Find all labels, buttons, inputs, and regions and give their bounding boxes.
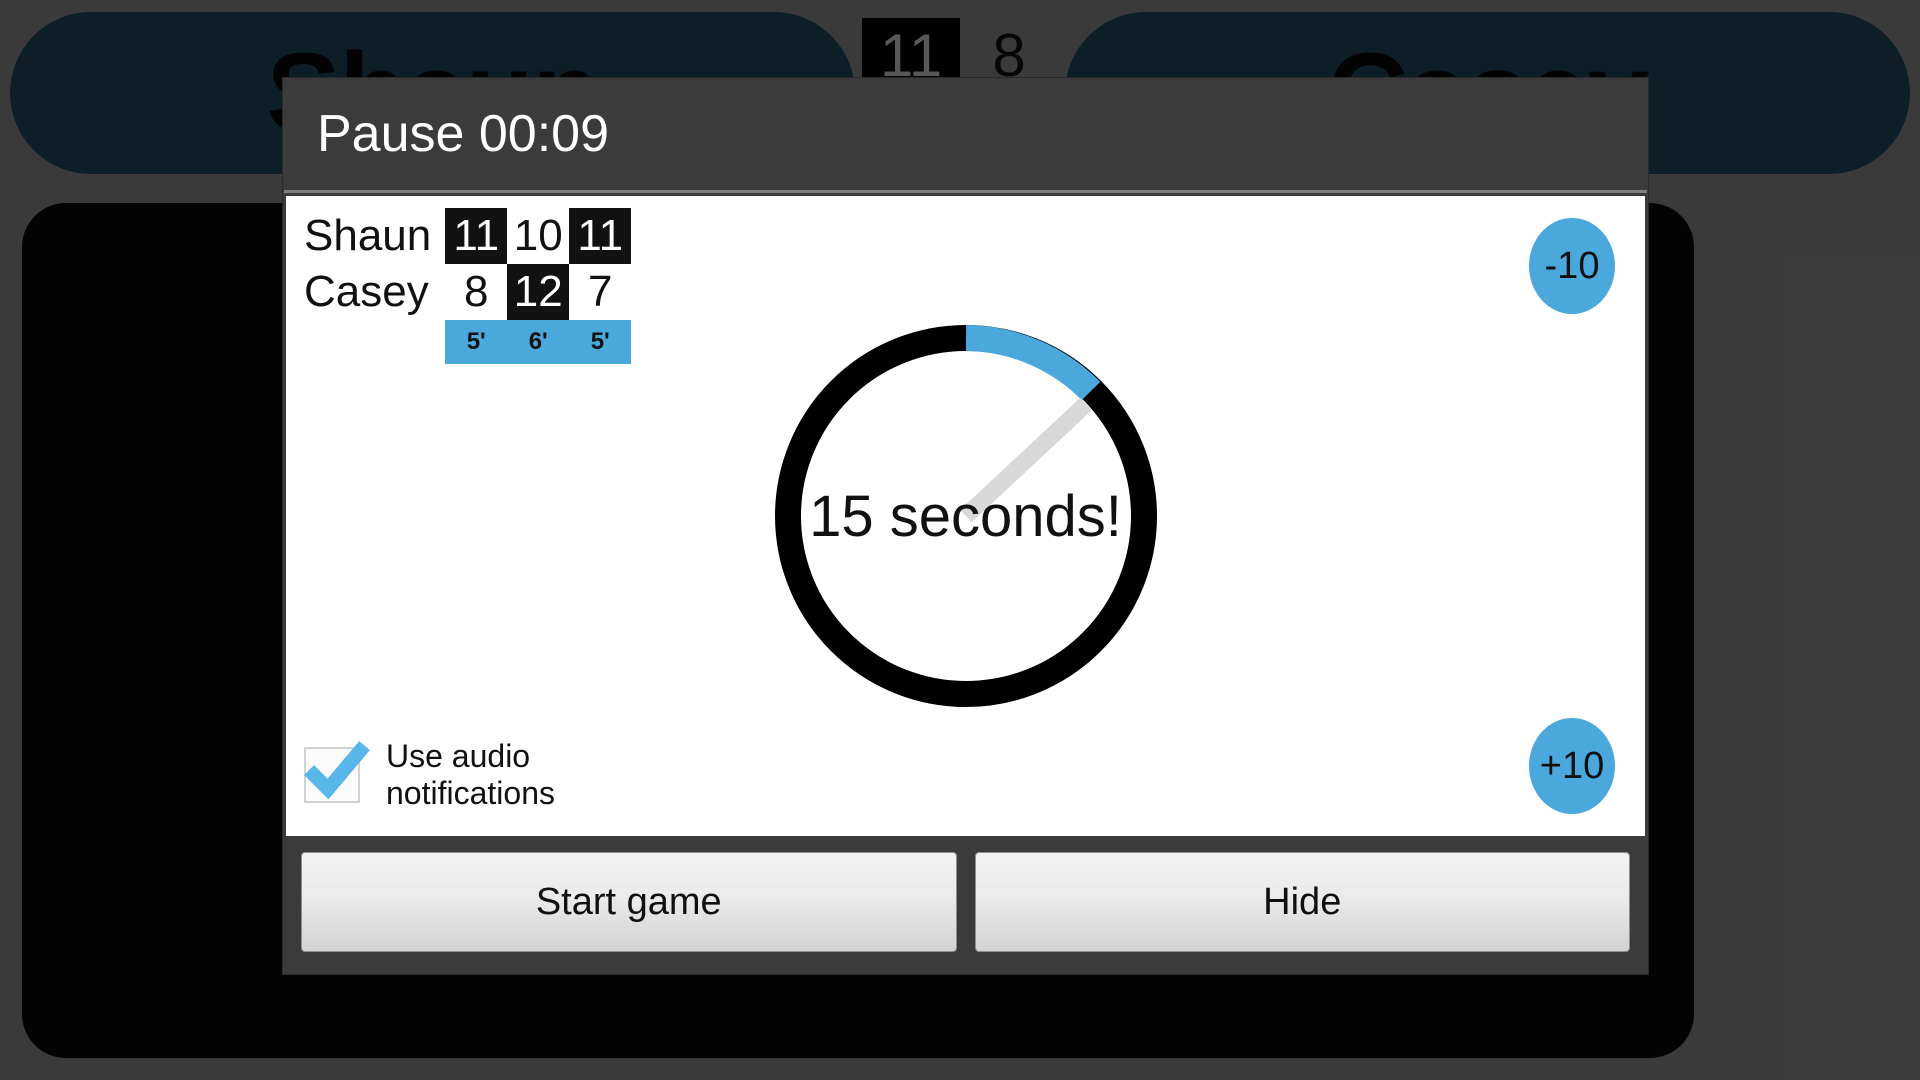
set-duration-cell: 5' — [445, 320, 508, 364]
scoreboard-player-name: Shaun — [300, 208, 446, 264]
set-score-cell: 12 — [507, 264, 570, 320]
timer-progress-arc — [965, 325, 1100, 401]
countdown-timer: 15 seconds! — [756, 306, 1176, 726]
set-score-cell: 11 — [569, 208, 632, 264]
table-row: Casey 8 12 7 — [300, 264, 632, 320]
audio-notifications-label: Use audio notifications — [386, 737, 555, 811]
set-score-cell: 11 — [445, 208, 508, 264]
pause-dialog: Pause 00:09 Shaun 11 10 11 Casey 8 12 7 — [283, 78, 1648, 974]
set-duration-cell: 6' — [507, 320, 570, 364]
set-duration-cell: 5' — [569, 320, 632, 364]
decrease-time-button[interactable]: -10 — [1529, 218, 1615, 314]
dialog-footer: Start game Hide — [283, 836, 1648, 974]
hide-button[interactable]: Hide — [974, 852, 1630, 952]
set-score-cell: 8 — [445, 264, 508, 320]
timer-hand — [959, 397, 1092, 523]
app-screen: Shaun Casey 11 8 10 12 Pause 00:09 Shaun… — [0, 0, 1920, 1080]
dialog-title: Pause 00:09 — [317, 105, 610, 163]
set-score-cell: 10 — [507, 208, 570, 264]
dialog-body: Shaun 11 10 11 Casey 8 12 7 5' 6' 5' 15 … — [286, 196, 1645, 836]
set-score-cell: 7 — [569, 264, 632, 320]
duration-row-spacer — [300, 320, 446, 364]
title-divider — [284, 190, 1647, 193]
dialog-title-bar: Pause 00:09 — [283, 78, 1648, 190]
set-duration-row: 5' 6' 5' — [300, 320, 632, 364]
scoreboard-player-name: Casey — [300, 264, 446, 320]
set-scoreboard: Shaun 11 10 11 Casey 8 12 7 5' 6' 5' — [300, 208, 632, 364]
checkmark-icon — [304, 741, 370, 800]
audio-notifications-checkbox[interactable] — [304, 741, 370, 803]
audio-notifications-row[interactable]: Use audio notifications — [304, 738, 616, 812]
countdown-ring-graphic — [774, 325, 1157, 707]
increase-time-button[interactable]: +10 — [1529, 718, 1615, 814]
start-game-button[interactable]: Start game — [301, 852, 957, 952]
table-row: Shaun 11 10 11 — [300, 208, 632, 264]
